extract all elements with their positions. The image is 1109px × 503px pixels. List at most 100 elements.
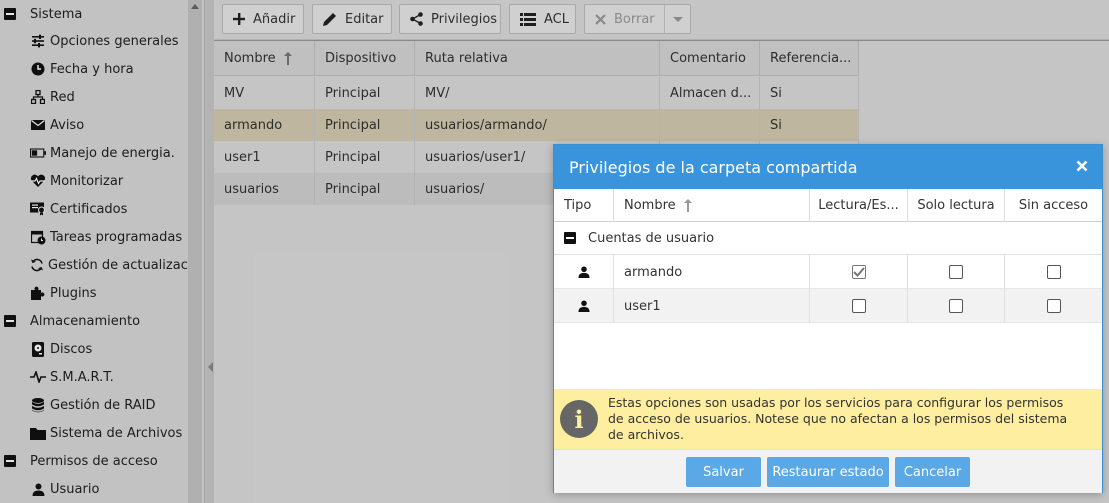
- sidebar-item-label: Aviso: [50, 117, 85, 133]
- group-row-cuentas[interactable]: Cuentas de usuario: [554, 222, 1102, 255]
- read-write-cell: [810, 289, 908, 323]
- delete-button[interactable]: Borrar: [584, 4, 691, 34]
- sidebar-item-tareas[interactable]: Tareas programadas: [0, 223, 188, 251]
- cell-referencia: Si: [760, 109, 859, 141]
- sidebar-item-raid[interactable]: Gestión de RAID: [0, 391, 188, 419]
- read-only-checkbox[interactable]: [949, 265, 963, 279]
- tree-group-permisos[interactable]: Permisos de acceso: [0, 447, 188, 475]
- no-access-checkbox[interactable]: [1046, 299, 1061, 313]
- reset-button[interactable]: Restaurar estado: [767, 457, 889, 487]
- sidebar-scrollbar[interactable]: [188, 0, 202, 503]
- cell-dispositivo: Principal: [315, 109, 415, 141]
- read-only-cell: [908, 289, 1005, 323]
- close-icon[interactable]: [1074, 158, 1090, 174]
- envelope-icon: [30, 117, 46, 133]
- privileges-button-label: Privilegios: [431, 11, 498, 27]
- column-header-solo-lectura[interactable]: Solo lectura: [908, 189, 1005, 222]
- column-header-ruta[interactable]: Ruta relativa: [415, 41, 660, 76]
- sidebar-splitter[interactable]: [204, 0, 214, 503]
- heartbeat-icon: [30, 173, 46, 189]
- column-header-comentario[interactable]: Comentario: [660, 41, 760, 76]
- sidebar-item-label: Tareas programadas: [50, 229, 183, 245]
- column-header-dispositivo[interactable]: Dispositivo: [315, 41, 415, 76]
- sidebar-item-label: Certificados: [50, 201, 128, 217]
- privileges-button[interactable]: Privilegios: [399, 4, 501, 34]
- sidebar-item-aviso[interactable]: Aviso: [0, 111, 188, 139]
- dialog-grid-header: Tipo Nombre Lectura/Es... Solo lectura S…: [554, 189, 1102, 222]
- sort-ascending-icon: [283, 52, 292, 65]
- table-row-selected[interactable]: armando Principal usuarios/armando/ Si: [214, 109, 859, 141]
- cancel-button[interactable]: Cancelar: [895, 457, 970, 487]
- list-icon: [520, 12, 536, 26]
- sidebar-item-certificados[interactable]: Certificados: [0, 195, 188, 223]
- acl-button[interactable]: ACL: [509, 4, 576, 34]
- edit-button[interactable]: Editar: [312, 4, 392, 34]
- sidebar-item-plugins[interactable]: Plugins: [0, 279, 188, 307]
- add-button[interactable]: Añadir: [222, 4, 304, 34]
- user-name-cell: armando: [614, 255, 810, 289]
- disk-icon: [30, 341, 46, 357]
- user-type-cell: [554, 289, 614, 323]
- save-button[interactable]: Salvar: [686, 457, 761, 487]
- column-header-lectura-escritura[interactable]: Lectura/Es...: [810, 189, 908, 222]
- read-only-checkbox[interactable]: [949, 299, 963, 313]
- sidebar-item-smart[interactable]: S.M.A.R.T.: [0, 363, 188, 391]
- dialog-title: Privilegios de la carpeta compartida: [554, 145, 1102, 189]
- calendar-clock-icon: [30, 229, 46, 245]
- database-icon: [30, 397, 46, 413]
- sidebar-item-discos[interactable]: Discos: [0, 335, 188, 363]
- tree-group-almacenamiento[interactable]: Almacenamiento: [0, 307, 188, 335]
- sidebar-item-label: Opciones generales: [50, 33, 179, 49]
- user-name-cell: user1: [614, 289, 810, 323]
- column-header-referencia[interactable]: Referencia...: [760, 41, 859, 76]
- cell-nombre: armando: [214, 109, 315, 141]
- table-row[interactable]: MV Principal MV/ Almacen d... Si: [214, 77, 859, 109]
- user-icon: [577, 266, 590, 278]
- sidebar-item-actualizaciones[interactable]: Gestión de actualizacio: [0, 251, 188, 279]
- no-access-cell: [1005, 289, 1102, 323]
- read-write-checkbox[interactable]: [851, 265, 866, 279]
- tree-group-sistema[interactable]: Sistema: [0, 0, 188, 28]
- sort-ascending-icon: [683, 199, 692, 212]
- collapse-arrow-icon[interactable]: [208, 362, 213, 372]
- read-write-checkbox[interactable]: [851, 299, 866, 313]
- tree-group-label: Almacenamiento: [30, 313, 141, 329]
- column-header-tipo[interactable]: Tipo: [554, 189, 614, 222]
- read-only-cell: [908, 255, 1005, 289]
- cell-nombre: MV: [214, 77, 315, 109]
- sidebar-item-fecha-hora[interactable]: Fecha y hora: [0, 55, 188, 83]
- sidebar-item-label: Usuario: [50, 481, 100, 497]
- scroll-up-icon[interactable]: [191, 4, 199, 9]
- sidebar-item-energia[interactable]: Manejo de energia.: [0, 139, 188, 167]
- refresh-icon: [30, 257, 44, 273]
- column-header-sin-acceso[interactable]: Sin acceso: [1005, 189, 1102, 222]
- collapse-icon[interactable]: [564, 232, 576, 244]
- column-header-nombre[interactable]: Nombre: [214, 41, 315, 76]
- network-icon: [30, 89, 46, 105]
- column-header-label: Nombre: [224, 51, 276, 66]
- group-label: Cuentas de usuario: [588, 230, 715, 246]
- collapse-icon[interactable]: [4, 315, 16, 327]
- sidebar-item-sistema-archivos[interactable]: Sistema de Archivos: [0, 419, 188, 447]
- no-access-checkbox[interactable]: [1046, 265, 1061, 279]
- sidebar-item-monitorizar[interactable]: Monitorizar: [0, 167, 188, 195]
- sidebar-item-label: Gestión de RAID: [50, 397, 156, 413]
- no-access-cell: [1005, 255, 1102, 289]
- sidebar-item-usuario[interactable]: Usuario: [0, 475, 188, 503]
- column-header-nombre[interactable]: Nombre: [614, 189, 810, 222]
- chevron-down-icon: [672, 16, 683, 22]
- collapse-icon[interactable]: [4, 455, 16, 467]
- tree-group-label: Permisos de acceso: [30, 453, 158, 469]
- sidebar-item-red[interactable]: Red: [0, 83, 188, 111]
- table-row[interactable]: user1: [554, 289, 1102, 323]
- sidebar-item-label: Gestión de actualizacio: [48, 257, 188, 273]
- collapse-icon[interactable]: [4, 8, 16, 20]
- times-icon: [595, 13, 606, 25]
- sidebar-item-label: Fecha y hora: [50, 61, 134, 77]
- sidebar-item-opciones-generales[interactable]: Opciones generales: [0, 27, 188, 55]
- certificate-icon: [30, 201, 46, 217]
- cell-nombre: usuarios: [214, 173, 315, 205]
- share-icon: [410, 12, 423, 26]
- table-row[interactable]: armando: [554, 255, 1102, 289]
- delete-dropdown-toggle[interactable]: [664, 5, 690, 33]
